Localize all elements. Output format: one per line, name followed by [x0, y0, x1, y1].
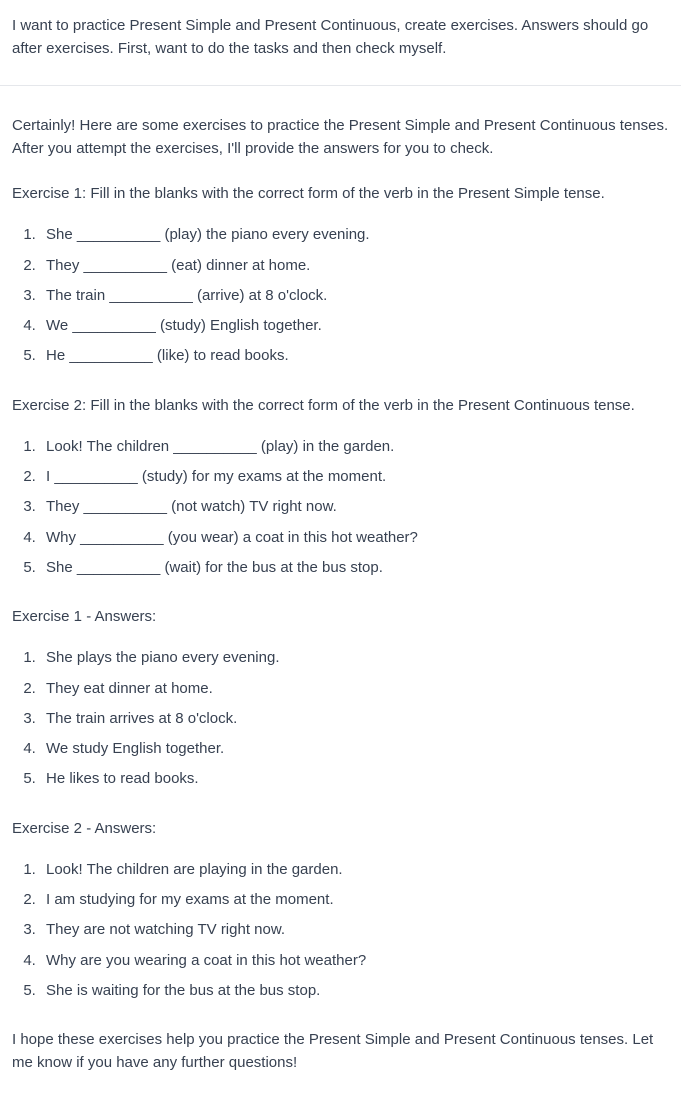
- list-item: I __________ (study) for my exams at the…: [40, 465, 669, 488]
- list-item: We __________ (study) English together.: [40, 314, 669, 337]
- list-item: Look! The children are playing in the ga…: [40, 858, 669, 881]
- user-message-text: I want to practice Present Simple and Pr…: [12, 14, 669, 61]
- exercise2-list: Look! The children __________ (play) in …: [12, 435, 669, 579]
- list-item: They are not watching TV right now.: [40, 918, 669, 941]
- answers2-list: Look! The children are playing in the ga…: [12, 858, 669, 1002]
- list-item: The train arrives at 8 o'clock.: [40, 707, 669, 730]
- list-item: She plays the piano every evening.: [40, 646, 669, 669]
- exercise1-title: Exercise 1: Fill in the blanks with the …: [12, 182, 669, 205]
- list-item: She is waiting for the bus at the bus st…: [40, 979, 669, 1002]
- user-message-block: I want to practice Present Simple and Pr…: [0, 0, 681, 86]
- list-item: We study English together.: [40, 737, 669, 760]
- answers1-title: Exercise 1 - Answers:: [12, 605, 669, 628]
- list-item: Look! The children __________ (play) in …: [40, 435, 669, 458]
- assistant-message-block: Certainly! Here are some exercises to pr…: [0, 86, 681, 1095]
- list-item: Why are you wearing a coat in this hot w…: [40, 949, 669, 972]
- assistant-intro: Certainly! Here are some exercises to pr…: [12, 114, 669, 161]
- assistant-closing: I hope these exercises help you practice…: [12, 1028, 669, 1075]
- list-item: The train __________ (arrive) at 8 o'clo…: [40, 284, 669, 307]
- list-item: She __________ (wait) for the bus at the…: [40, 556, 669, 579]
- list-item: She __________ (play) the piano every ev…: [40, 223, 669, 246]
- list-item: They __________ (not watch) TV right now…: [40, 495, 669, 518]
- answers2-title: Exercise 2 - Answers:: [12, 817, 669, 840]
- list-item: Why __________ (you wear) a coat in this…: [40, 526, 669, 549]
- list-item: They eat dinner at home.: [40, 677, 669, 700]
- answers1-list: She plays the piano every evening. They …: [12, 646, 669, 790]
- list-item: They __________ (eat) dinner at home.: [40, 254, 669, 277]
- list-item: I am studying for my exams at the moment…: [40, 888, 669, 911]
- list-item: He likes to read books.: [40, 767, 669, 790]
- exercise1-list: She __________ (play) the piano every ev…: [12, 223, 669, 367]
- exercise2-title: Exercise 2: Fill in the blanks with the …: [12, 394, 669, 417]
- list-item: He __________ (like) to read books.: [40, 344, 669, 367]
